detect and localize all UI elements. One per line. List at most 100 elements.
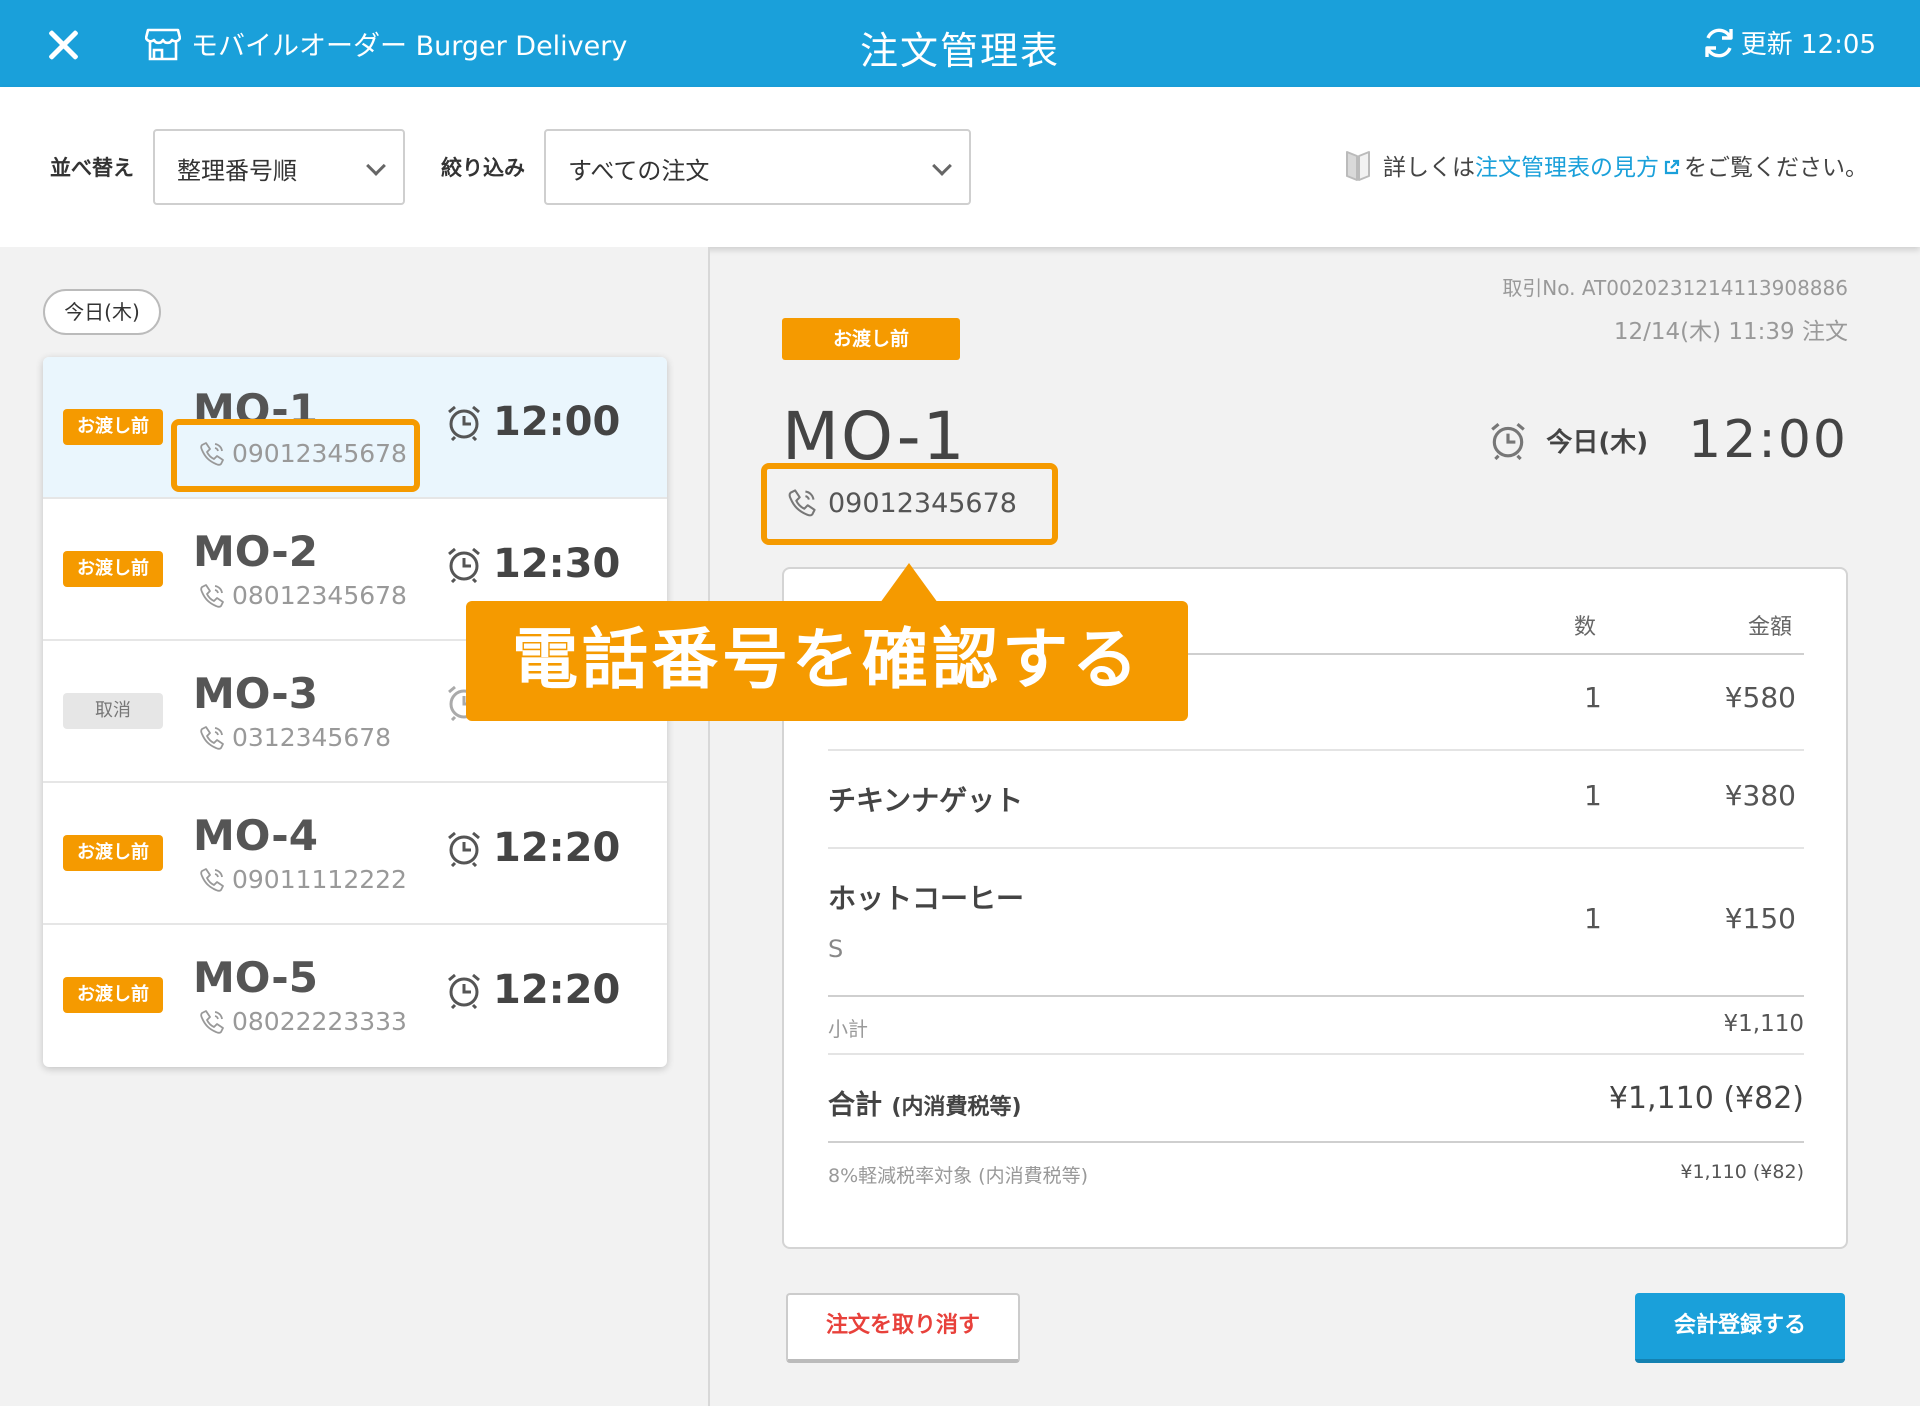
cancel-order-button[interactable]: 注文を取り消す <box>786 1293 1020 1363</box>
ordered-at: 12/14(木) 11:39 注文 <box>1613 319 1848 345</box>
order-id: MO-2 <box>193 527 318 576</box>
clock-icon <box>1491 422 1526 460</box>
order-phone: 09011112222 <box>198 865 407 894</box>
order-item[interactable]: お渡し前 MO-4 09011112222 12:20 <box>43 783 667 925</box>
sort-select-value: 整理番号順 <box>177 157 297 185</box>
item-qty: 1 <box>1584 902 1602 935</box>
row-divider <box>828 749 1804 751</box>
filter-label: 絞り込み <box>441 156 525 180</box>
app-header: モバイルオーダー Burger Delivery 注文管理表 更新 12:05 <box>0 0 1920 87</box>
order-time-value: 12:20 <box>493 967 621 1013</box>
row-divider <box>828 1141 1804 1143</box>
phone-icon <box>200 441 224 466</box>
order-item[interactable]: お渡し前 MO-1 09012345678 12:00 <box>43 357 667 499</box>
row-divider <box>828 847 1804 849</box>
order-id: MO-3 <box>193 669 318 718</box>
phone-icon <box>200 1009 224 1034</box>
day-chip: 今日(木) <box>43 289 161 335</box>
close-icon[interactable] <box>38 20 88 70</box>
detail-time: 12:00 <box>1688 410 1848 470</box>
column-qty: 数 <box>1574 615 1597 640</box>
order-item[interactable]: お渡し前 MO-5 08022223333 12:20 <box>43 925 667 1067</box>
phone-icon <box>200 867 224 892</box>
external-link-icon <box>1664 159 1680 175</box>
store-name: モバイルオーダー Burger Delivery <box>145 24 627 63</box>
detail-order-id: MO-1 <box>782 398 967 475</box>
detail-pickup-time: 今日(木) 12:00 <box>1488 410 1848 470</box>
item-price: ¥380 <box>1724 779 1796 812</box>
help-book-icon <box>1346 151 1370 181</box>
filter-bar: 並べ替え 整理番号順 絞り込み すべての注文 詳しくは 注文管理表の見方 をご覧… <box>0 87 1920 247</box>
order-phone: 0312345678 <box>198 723 391 752</box>
item-name: チキンナゲット <box>828 784 1024 817</box>
subtotal-value: ¥1,110 <box>1723 1011 1804 1037</box>
order-phone: 09012345678 <box>198 439 407 468</box>
register-payment-button[interactable]: 会計登録する <box>1635 1293 1845 1363</box>
subtotal-label: 小計 <box>828 1017 868 1041</box>
order-id: MO-1 <box>193 385 318 434</box>
status-badge: お渡し前 <box>63 977 163 1013</box>
phone-icon <box>200 583 224 608</box>
order-time: 12:20 <box>445 825 620 871</box>
annotation-callout: 電話番号を確認する <box>466 601 1188 721</box>
phone-icon <box>200 725 224 750</box>
sort-select[interactable]: 整理番号順 <box>153 129 405 205</box>
refresh-button[interactable]: 更新 12:05 <box>1701 24 1876 61</box>
total-label-text: 合計 <box>828 1090 882 1121</box>
row-divider <box>828 1053 1804 1055</box>
order-time-value: 12:00 <box>493 399 621 445</box>
item-qty: 1 <box>1584 779 1602 812</box>
phone-icon <box>788 489 816 517</box>
column-amount: 金額 <box>1747 615 1792 640</box>
refresh-label: 更新 12:05 <box>1740 30 1876 60</box>
transaction-number: 取引No. AT0020231214113908886 <box>1502 276 1848 300</box>
detail-day: 今日(木) <box>1546 427 1649 458</box>
help-prefix: 詳しくは <box>1383 155 1475 181</box>
clock-icon <box>448 547 480 583</box>
filter-select[interactable]: すべての注文 <box>544 129 971 205</box>
order-id: MO-5 <box>193 953 318 1002</box>
status-badge: お渡し前 <box>63 835 163 871</box>
tax-value: ¥1,110 (¥82) <box>1680 1161 1804 1183</box>
total-label: 合計 (内消費税等) <box>828 1083 1022 1122</box>
order-phone: 08022223333 <box>198 1007 407 1036</box>
store-name-label: モバイルオーダー Burger Delivery <box>191 31 628 62</box>
clock-icon <box>448 973 480 1009</box>
item-name: ホットコーヒー <box>828 882 1025 915</box>
order-phone-number: 09011112222 <box>232 865 407 894</box>
status-badge: お渡し前 <box>63 551 163 587</box>
detail-status-badge: お渡し前 <box>782 318 960 360</box>
clock-icon <box>448 831 480 867</box>
order-time-value: 12:30 <box>493 541 621 587</box>
detail-phone-number: 09012345678 <box>828 487 1017 519</box>
sort-label: 並べ替え <box>50 156 134 180</box>
chevron-down-icon <box>932 156 952 176</box>
order-time: 12:00 <box>445 399 620 445</box>
chevron-down-icon <box>366 156 386 176</box>
order-time: 12:20 <box>445 967 620 1013</box>
order-list-pane: 今日(木) お渡し前 MO-1 09012345678 12:00 お渡し前 M… <box>0 247 710 1406</box>
help-text: 詳しくは 注文管理表の見方 をご覧ください。 <box>1343 147 1868 183</box>
status-badge: 取消 <box>63 693 163 729</box>
order-phone-number: 09012345678 <box>232 439 407 468</box>
total-label-note: (内消費税等) <box>891 1095 1022 1120</box>
item-qty: 1 <box>1584 681 1602 714</box>
store-icon <box>145 28 181 60</box>
help-link[interactable]: 注文管理表の見方 <box>1475 148 1684 182</box>
order-phone: 08012345678 <box>198 581 407 610</box>
filter-select-value: すべての注文 <box>568 157 710 185</box>
item-price: ¥150 <box>1724 902 1796 935</box>
order-phone-number: 0312345678 <box>232 723 392 752</box>
refresh-icon <box>1705 28 1733 57</box>
status-badge: お渡し前 <box>63 409 163 445</box>
help-suffix: をご覧ください。 <box>1684 155 1868 181</box>
row-divider <box>828 995 1804 997</box>
clock-icon <box>448 405 480 441</box>
order-phone-number: 08012345678 <box>232 581 407 610</box>
order-id: MO-4 <box>193 811 318 860</box>
order-time: 12:30 <box>445 541 620 587</box>
detail-phone: 09012345678 <box>786 487 1017 519</box>
help-link-label: 注文管理表の見方 <box>1475 155 1659 181</box>
order-phone-number: 08022223333 <box>232 1007 407 1036</box>
item-price: ¥580 <box>1724 681 1796 714</box>
